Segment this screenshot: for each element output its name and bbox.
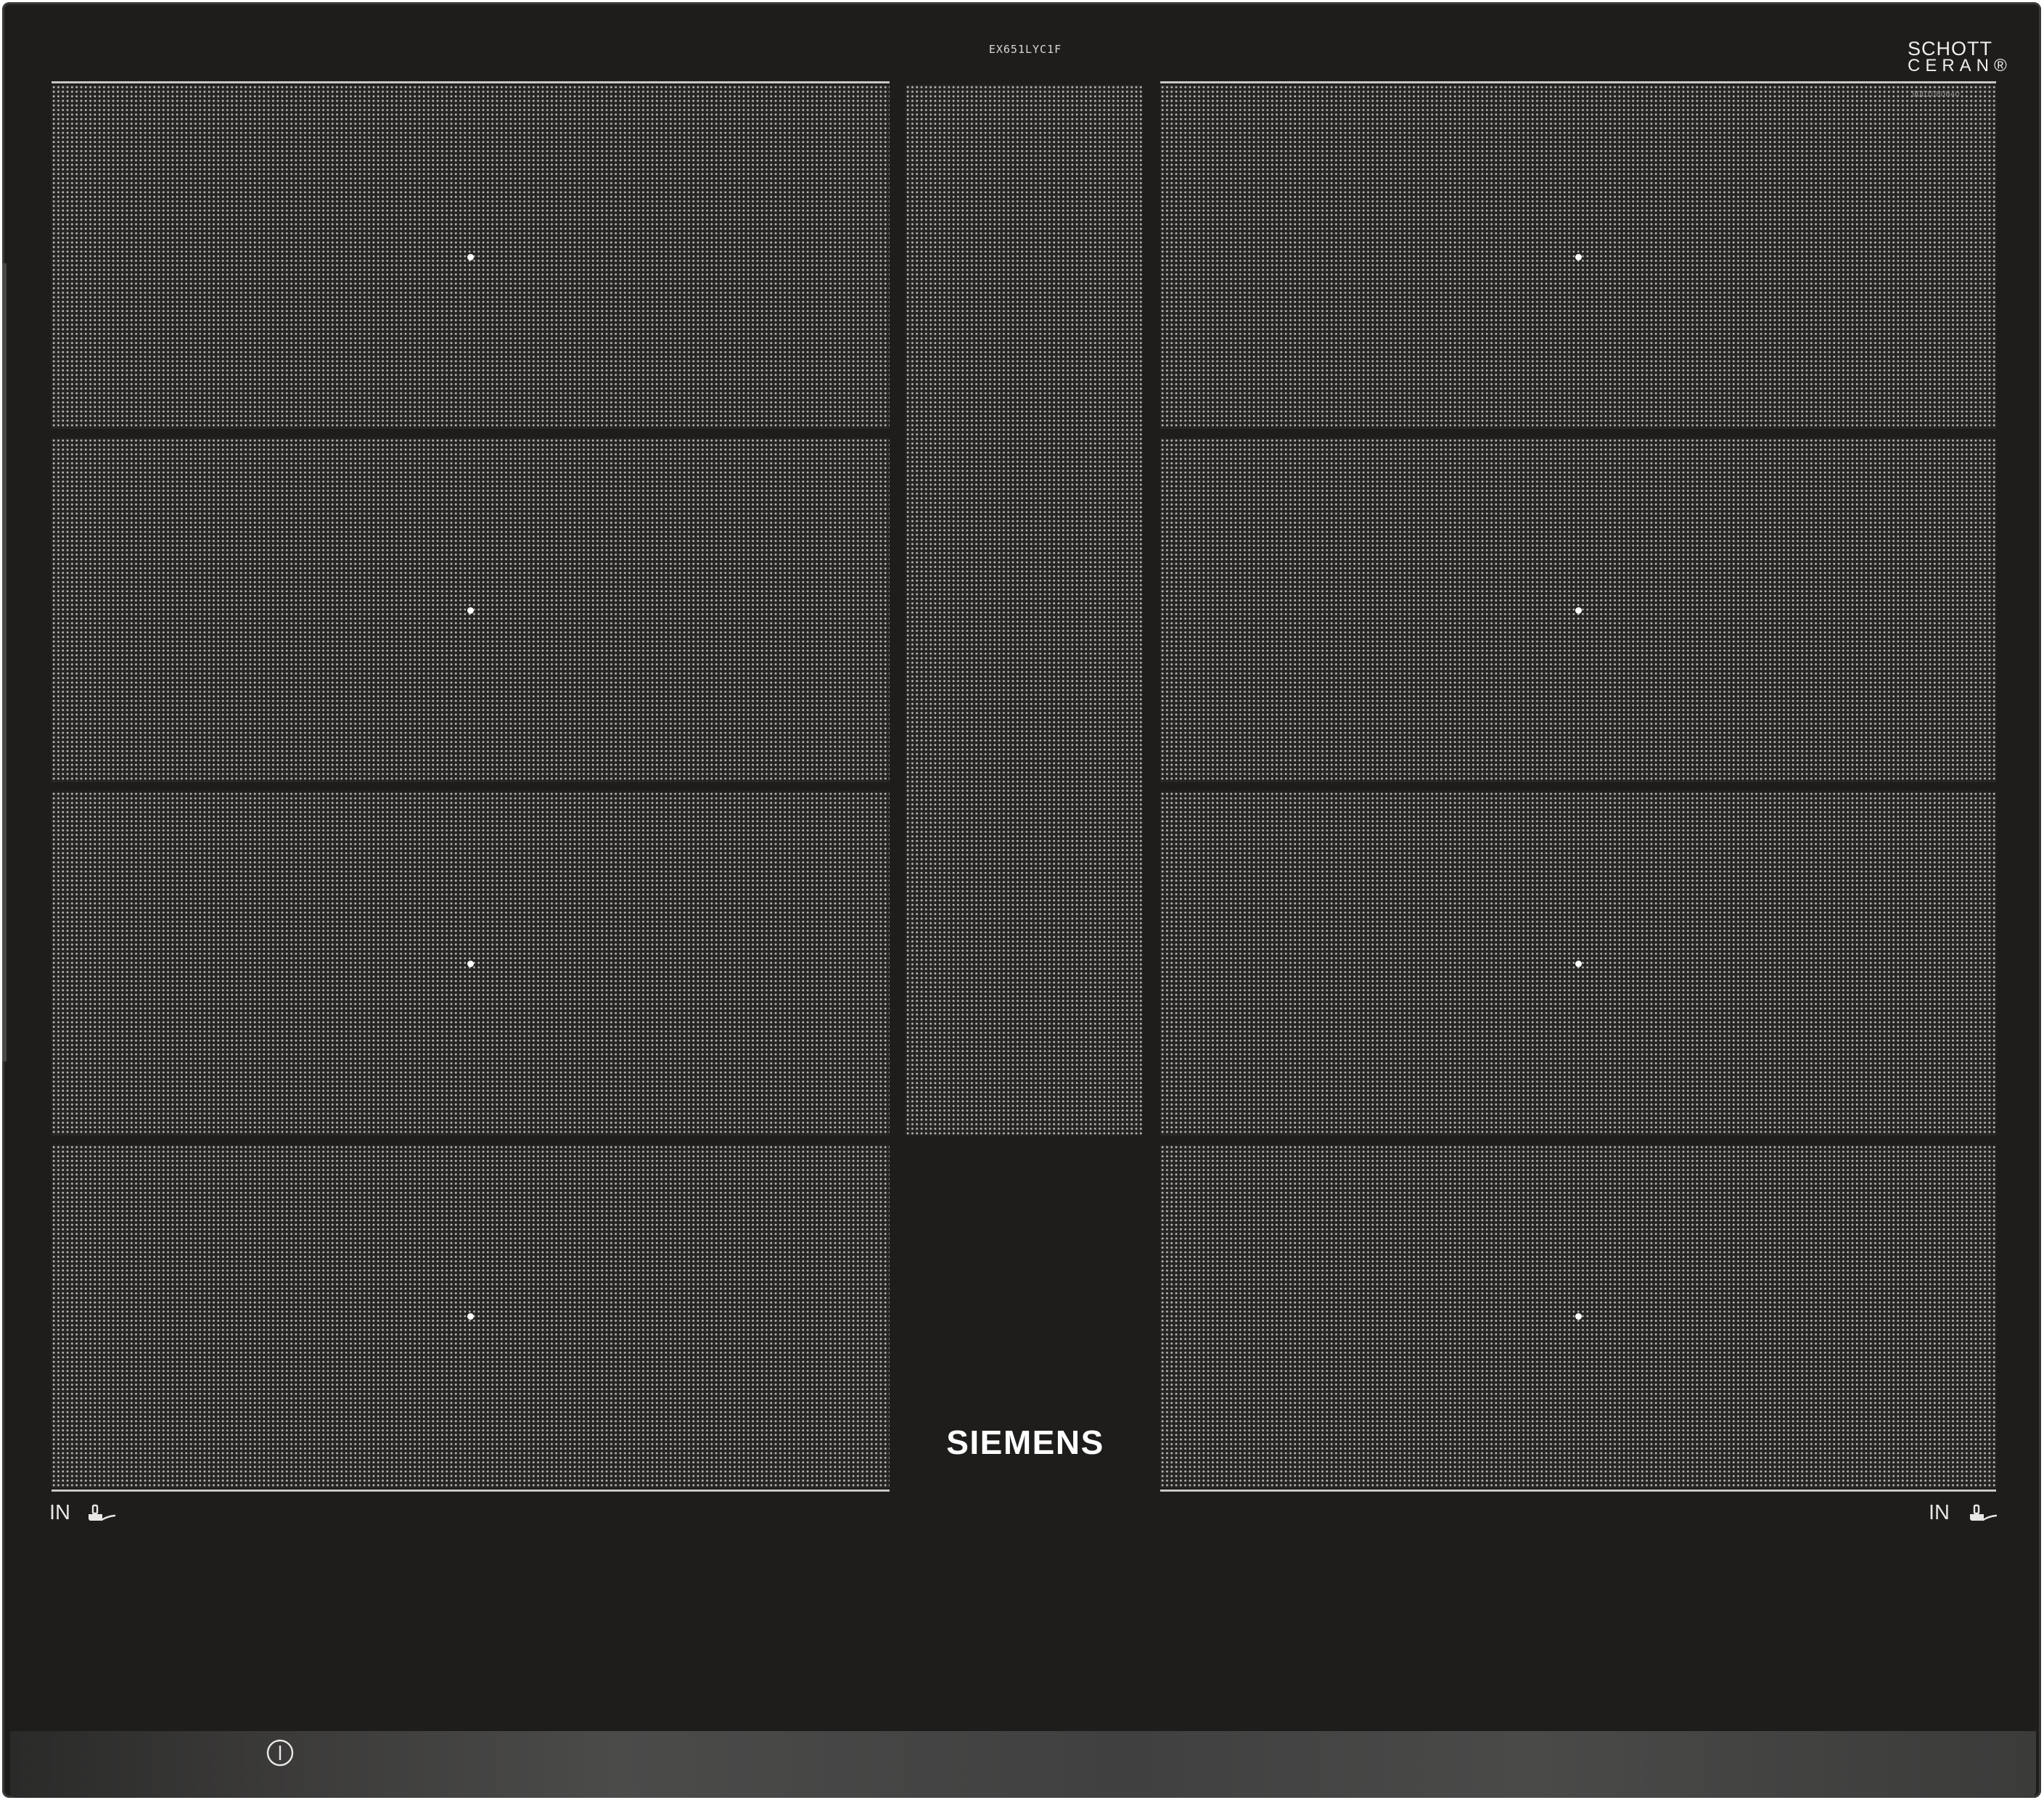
brand-logo: SIEMENS: [946, 1423, 1104, 1461]
cooking-zone-right-3[interactable]: [1160, 792, 1996, 1135]
cooking-zone-left-1[interactable]: [52, 85, 890, 429]
zone-center-marker: [1575, 607, 1582, 614]
cooking-zone-left-3[interactable]: [52, 792, 890, 1135]
side-bezel: [2, 263, 7, 1061]
cooktop: EX651LYC1F SCHOTT CERAN® 9001080840 SIEM…: [2, 2, 2041, 1798]
zone-edge-line: [52, 1489, 890, 1492]
pot-sensor-icon: [89, 1504, 116, 1521]
zone-center-marker: [467, 1313, 474, 1320]
zone-center-marker: [467, 960, 474, 967]
zone-edge-line: [1160, 1489, 1996, 1492]
zone-edge-line: [1160, 81, 1996, 83]
glass-brand-line1: SCHOTT: [1908, 38, 1992, 59]
zone-center-marker: [467, 253, 474, 260]
glass-brand-line2: CERAN®: [1908, 56, 2012, 75]
center-control-strip[interactable]: [906, 85, 1142, 1135]
model-number: EX651LYC1F: [988, 43, 1062, 56]
glass-brand-logo: SCHOTT CERAN®: [1908, 38, 2012, 75]
cooking-zone-right-4[interactable]: [1160, 1145, 1996, 1488]
cooking-zone-right-2[interactable]: [1160, 438, 1996, 782]
zone-center-marker: [1575, 1313, 1582, 1320]
cooking-zone-right-1[interactable]: [1160, 85, 1996, 429]
cooking-zone-left-4[interactable]: [52, 1145, 890, 1488]
zone-edge-line: [52, 81, 890, 83]
power-icon[interactable]: [266, 1738, 295, 1767]
zone-center-marker: [467, 607, 474, 614]
zone-center-marker: [1575, 253, 1582, 260]
bottom-control-strip: [10, 1731, 2036, 1798]
pot-sensor-icon: [1970, 1504, 1998, 1521]
serial-number: 9001080840: [1912, 90, 1961, 99]
left-in-label: IN: [49, 1501, 70, 1524]
zone-center-marker: [1575, 960, 1582, 967]
right-in-label: IN: [1929, 1501, 1950, 1524]
cooking-zone-left-2[interactable]: [52, 438, 890, 782]
